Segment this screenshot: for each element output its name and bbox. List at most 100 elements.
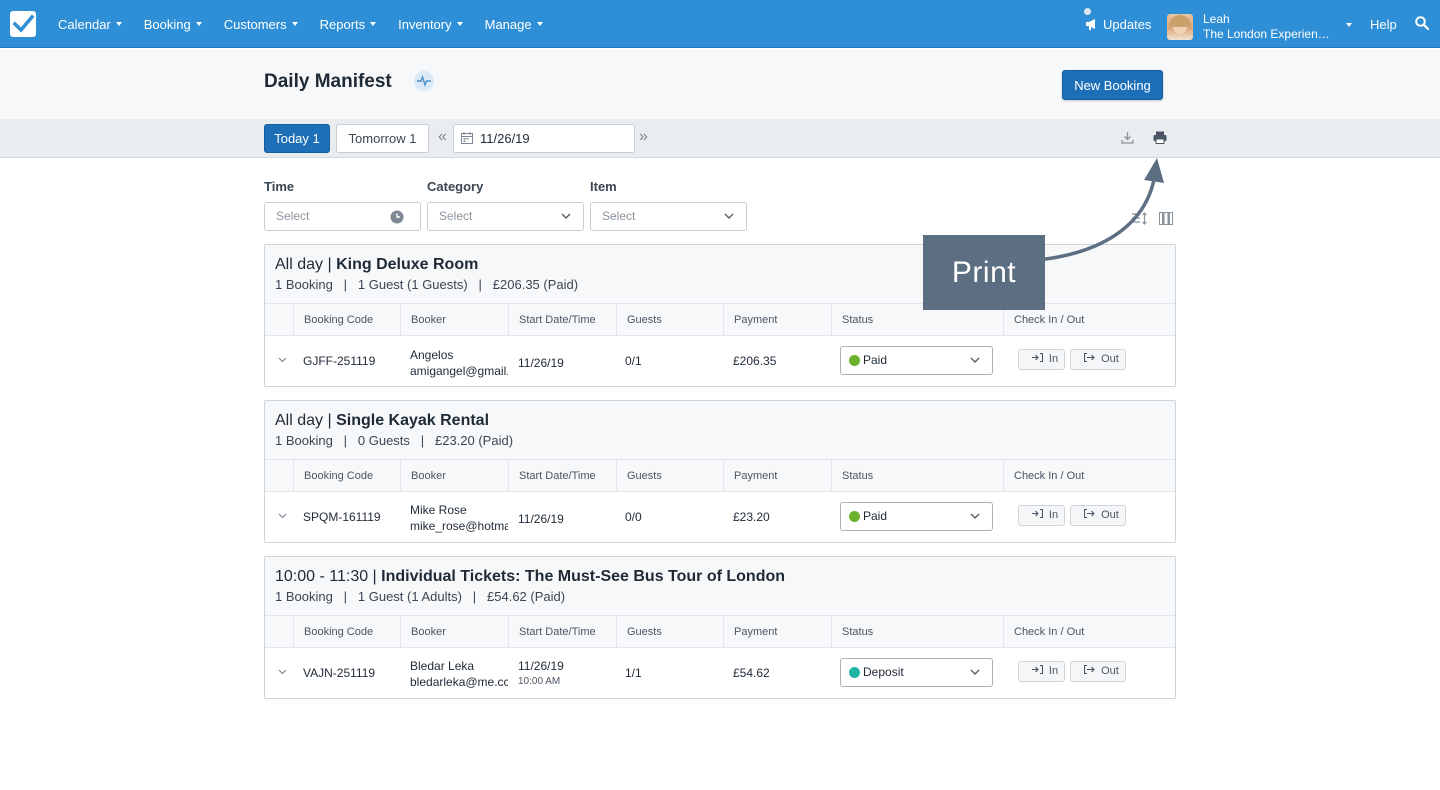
check-in-button[interactable]: In [1018, 505, 1065, 526]
category-filter-label: Category [427, 179, 484, 194]
help-link[interactable]: Help [1370, 17, 1397, 32]
summary-bookings: 1 Booking [275, 433, 333, 448]
checkfront-logo-icon[interactable] [10, 11, 36, 37]
category-select[interactable]: Select [427, 202, 584, 231]
column-start-date-time[interactable]: Start Date/Time [508, 460, 596, 492]
page-header: Daily Manifest New Booking [0, 49, 1440, 119]
column-booker[interactable]: Booker [400, 460, 446, 492]
category-select-placeholder: Select [439, 209, 473, 223]
column-guests[interactable]: Guests [616, 304, 662, 336]
download-icon[interactable] [1121, 131, 1134, 144]
column-booking-code[interactable]: Booking Code [293, 616, 373, 648]
group-item-name: King Deluxe Room [336, 256, 479, 273]
check-out-button[interactable]: Out [1070, 505, 1126, 526]
group-header: All day | Single Kayak Rental 1 Booking … [265, 401, 1175, 460]
nav-manage[interactable]: Manage [485, 17, 543, 32]
next-day-button[interactable]: » [639, 128, 648, 146]
check-out-button[interactable]: Out [1070, 661, 1126, 682]
calendar-icon [461, 132, 473, 144]
avatar [1167, 14, 1193, 40]
check-out-label: Out [1101, 665, 1119, 677]
check-in-button[interactable]: In [1018, 349, 1065, 370]
payment-amount: £54.62 [733, 666, 770, 680]
column-status[interactable]: Status [831, 460, 873, 492]
column-guests[interactable]: Guests [616, 616, 662, 648]
caret-down-icon [115, 22, 122, 26]
status-value: Paid [863, 509, 888, 523]
check-in-button[interactable]: In [1018, 661, 1065, 682]
chevron-down-icon[interactable] [278, 513, 287, 519]
nav-reports[interactable]: Reports [320, 17, 377, 32]
column-booker[interactable]: Booker [400, 304, 446, 336]
callout-arrow-icon [1044, 158, 1164, 261]
updates-button[interactable]: Updates [1084, 8, 1152, 38]
column-booking-code[interactable]: Booking Code [293, 460, 373, 492]
status-select[interactable]: Paid [840, 502, 993, 531]
column-guests[interactable]: Guests [616, 460, 662, 492]
new-booking-button[interactable]: New Booking [1062, 70, 1163, 100]
status-select[interactable]: Paid [840, 346, 993, 375]
start-time: 10:00 AM [518, 676, 561, 687]
sign-in-icon [1031, 508, 1043, 519]
table-row[interactable]: SPQM-161119 Mike Rose mike_rose@hotma 11… [265, 492, 1175, 542]
column-payment[interactable]: Payment [723, 616, 777, 648]
table-row[interactable]: VAJN-251119 Bledar Leka bledarleka@me.cc… [265, 648, 1175, 698]
updates-label: Updates [1103, 16, 1152, 32]
caret-down-icon [195, 22, 202, 26]
user-menu[interactable]: Leah The London Experience Ltd [1167, 12, 1352, 42]
column-booker[interactable]: Booker [400, 616, 446, 648]
column-status[interactable]: Status [831, 616, 873, 648]
table-row[interactable]: GJFF-251119 Angelos amigangel@gmail. 11/… [265, 336, 1175, 386]
group-time: 10:00 - 11:30 [275, 568, 369, 585]
tomorrow-button[interactable]: Tomorrow 1 [336, 124, 429, 153]
date-input[interactable] [453, 124, 635, 153]
item-select[interactable]: Select [590, 202, 747, 231]
check-out-button[interactable]: Out [1070, 349, 1126, 370]
nav-reports-label: Reports [319, 16, 366, 32]
notification-dot-icon [1084, 8, 1091, 15]
item-select-placeholder: Select [602, 209, 636, 223]
status-dot-icon [849, 511, 860, 522]
table-header: Booking Code Booker Start Date/Time Gues… [265, 460, 1175, 492]
print-icon[interactable] [1153, 131, 1167, 144]
booker-name: Angelos [410, 348, 454, 362]
start-date: 11/26/19 [518, 356, 564, 370]
group-item-name: Single Kayak Rental [336, 412, 490, 429]
summary-payment: £23.20 (Paid) [434, 433, 514, 448]
nav-calendar[interactable]: Calendar [58, 17, 122, 32]
booker-cell: Angelos amigangel@gmail. [410, 347, 508, 379]
booking-code[interactable]: VAJN-251119 [303, 666, 375, 680]
time-select[interactable]: Select [264, 202, 421, 231]
main-menu: Calendar Booking Customers Reports Inven… [58, 0, 565, 48]
summary-payment: £54.62 (Paid) [487, 589, 566, 604]
column-payment[interactable]: Payment [723, 304, 777, 336]
nav-booking[interactable]: Booking [144, 17, 202, 32]
column-start-date-time[interactable]: Start Date/Time [508, 616, 596, 648]
chevron-down-icon[interactable] [278, 357, 287, 363]
previous-day-button[interactable]: « [438, 128, 447, 146]
nav-customers[interactable]: Customers [224, 17, 298, 32]
column-check-in-out[interactable]: Check In / Out [1003, 616, 1084, 648]
column-check-in-out[interactable]: Check In / Out [1003, 460, 1084, 492]
status-select[interactable]: Deposit [840, 658, 993, 687]
column-payment[interactable]: Payment [723, 460, 777, 492]
nav-customers-label: Customers [223, 16, 287, 32]
column-booking-code[interactable]: Booking Code [293, 304, 373, 336]
time-filter-label: Time [264, 179, 295, 194]
booker-email: mike_rose@hotma [410, 519, 508, 533]
booking-code[interactable]: GJFF-251119 [303, 354, 375, 368]
booker-name: Bledar Leka [410, 659, 475, 673]
today-button[interactable]: Today 1 [264, 124, 330, 153]
guests-count: 0/0 [625, 510, 642, 524]
booking-group-single-kayak-rental: All day | Single Kayak Rental 1 Booking … [264, 400, 1176, 543]
booking-code[interactable]: SPQM-161119 [303, 510, 381, 524]
search-icon[interactable] [1415, 16, 1429, 30]
nav-inventory[interactable]: Inventory [398, 17, 463, 32]
summary-guests: 0 Guests [357, 433, 410, 448]
chevron-down-icon[interactable] [278, 669, 287, 675]
activity-pulse-icon[interactable] [414, 71, 434, 91]
clock-icon [390, 210, 404, 224]
item-filter-label: Item [590, 179, 617, 194]
column-start-date-time[interactable]: Start Date/Time [508, 304, 596, 336]
column-status[interactable]: Status [831, 304, 873, 336]
